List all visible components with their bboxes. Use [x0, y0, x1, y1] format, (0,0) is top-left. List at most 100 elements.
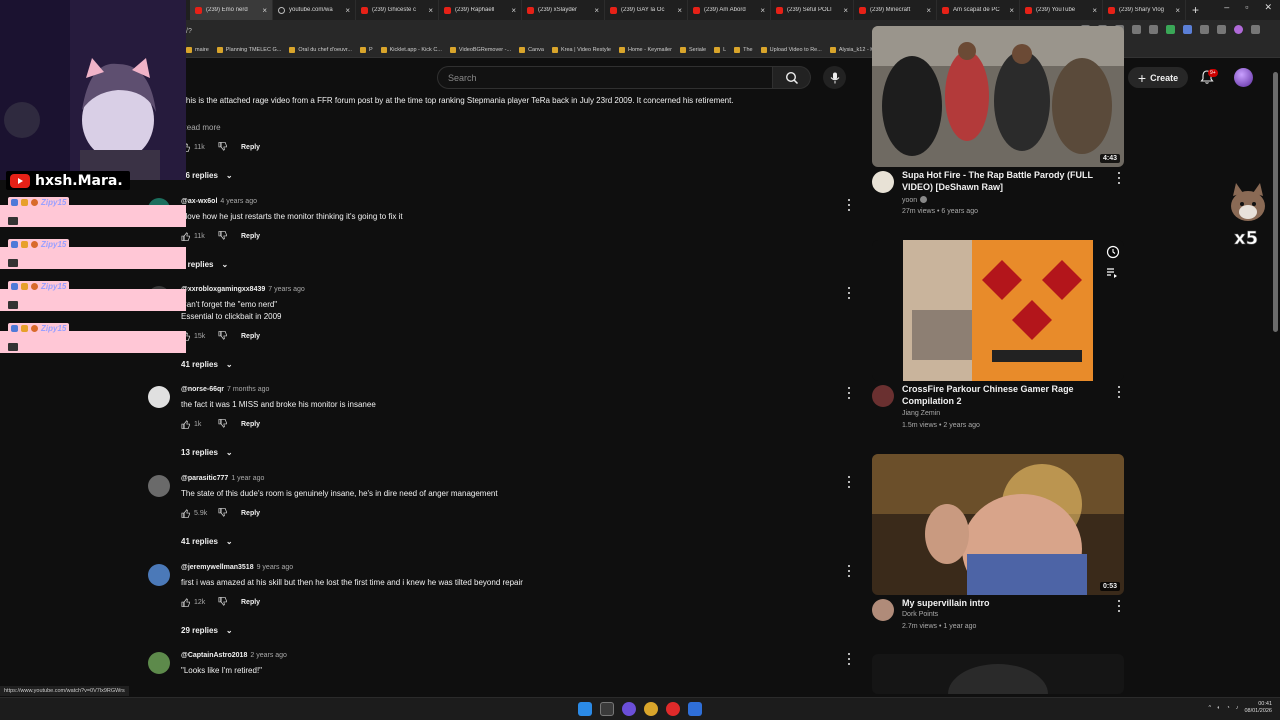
account-avatar[interactable] [1234, 68, 1253, 87]
reply-button[interactable]: Reply [241, 599, 260, 606]
browser-tab[interactable]: (239) Raphaell × [439, 0, 522, 20]
commenter-avatar[interactable] [148, 652, 170, 674]
steam-icon[interactable] [688, 702, 702, 716]
dislike-button[interactable] [218, 331, 236, 342]
commenter-avatar[interactable] [148, 475, 170, 497]
dislike-button[interactable] [218, 231, 236, 242]
tray-chevron-icon[interactable]: ^ [1208, 705, 1211, 711]
comment-time[interactable]: 1 year ago [231, 475, 264, 482]
clock[interactable]: 00:41 08/01/2026 [1244, 701, 1272, 715]
comment-menu-icon[interactable] [846, 475, 852, 489]
video-menu-icon[interactable] [1116, 171, 1122, 185]
browser-tab[interactable]: (239) Minecraft × [854, 0, 937, 20]
commenter-avatar[interactable] [148, 564, 170, 586]
add-to-queue-icon[interactable] [1106, 266, 1118, 284]
browser-tab[interactable]: (239) Seful POLI × [771, 0, 854, 20]
reply-button[interactable]: Reply [241, 510, 260, 517]
search-button[interactable] [773, 66, 811, 89]
volume-icon[interactable]: ♪ [1236, 705, 1239, 711]
browser-tab[interactable]: Am scapat de PC × [937, 0, 1020, 20]
voice-search-button[interactable] [823, 66, 846, 89]
bookmark-item[interactable]: Home - Keymailer [618, 46, 672, 53]
browser-tab[interactable]: (239) Shary Vlog × [1103, 0, 1186, 20]
comment-author[interactable]: @ax-wx6ol [181, 198, 217, 205]
comment-author[interactable]: @jeremywellman3518 [181, 564, 254, 571]
browser-tab[interactable]: (239) Am Abord × [688, 0, 771, 20]
tab-close-icon[interactable]: × [594, 6, 599, 15]
comment-menu-icon[interactable] [846, 652, 852, 666]
tab-close-icon[interactable]: × [511, 6, 516, 15]
video-thumbnail[interactable]: 4:43 [872, 26, 1124, 167]
browser-tab[interactable]: (239) xSlayder × [522, 0, 605, 20]
browser-tab[interactable]: (239) GAY la Oc × [605, 0, 688, 20]
bookmark-item[interactable]: Seriale [679, 46, 706, 53]
comment-time[interactable]: 7 years ago [268, 286, 305, 293]
profile-avatar[interactable] [1234, 25, 1243, 34]
app-icon[interactable] [666, 702, 680, 716]
comment-time[interactable]: 4 years ago [220, 198, 257, 205]
chrome-icon[interactable] [644, 702, 658, 716]
comment-author[interactable]: @CaptainAstro2018 [181, 652, 247, 659]
read-more-link[interactable]: Read more [181, 122, 221, 134]
channel-avatar[interactable] [872, 385, 894, 407]
tab-close-icon[interactable]: × [677, 6, 682, 15]
commenter-avatar[interactable] [148, 386, 170, 408]
video-thumbnail[interactable] [872, 240, 1124, 381]
bookmark-item[interactable]: maire [186, 46, 209, 53]
tab-close-icon[interactable]: × [428, 6, 433, 15]
browser-tab[interactable]: youtube.com/wa × [273, 0, 356, 20]
comment-author[interactable]: @xxrobloxgamingxx8439 [181, 286, 265, 293]
video-title[interactable]: CrossFire Parkour Chinese Gamer Rage Com… [902, 383, 1107, 407]
tab-close-icon[interactable]: × [760, 6, 765, 15]
like-button[interactable]: 12k [181, 598, 218, 607]
replies-toggle[interactable]: 41 replies ⌄ [181, 360, 233, 369]
video-menu-icon[interactable] [1116, 385, 1122, 399]
bookmark-star-icon[interactable] [1149, 25, 1158, 34]
comment-menu-icon[interactable] [846, 386, 852, 400]
channel-name[interactable]: Jiang Zemin [902, 410, 940, 417]
bookmark-item[interactable]: VideoBGRemover -... [449, 46, 511, 53]
bookmark-item[interactable]: Krea | Video Restyle [551, 46, 611, 53]
dislike-button[interactable] [218, 508, 236, 519]
reply-button[interactable]: Reply [241, 233, 260, 240]
bookmark-item[interactable]: Upload Video to Re... [760, 46, 822, 53]
watch-later-icon[interactable] [1106, 245, 1120, 264]
reply-button[interactable]: Reply [241, 421, 260, 428]
channel-avatar[interactable] [872, 599, 894, 621]
bookmark-item[interactable]: L [714, 46, 726, 53]
close-icon[interactable]: ✕ [1264, 2, 1272, 13]
maximize-icon[interactable]: ▫ [1245, 2, 1248, 13]
like-button[interactable]: 15k [181, 332, 218, 341]
replies-toggle[interactable]: 13 replies ⌄ [181, 448, 233, 457]
share-icon[interactable] [1132, 25, 1141, 34]
tab-close-icon[interactable]: × [262, 6, 267, 15]
comment-time[interactable]: 7 months ago [227, 386, 269, 393]
reply-button[interactable]: Reply [241, 333, 260, 340]
video-thumbnail[interactable] [872, 654, 1124, 694]
extensions-puzzle-icon[interactable] [1200, 25, 1209, 34]
dislike-button[interactable] [218, 419, 236, 430]
discord-icon[interactable] [622, 702, 636, 716]
comment-menu-icon[interactable] [846, 286, 852, 300]
like-button[interactable]: 11k [181, 232, 218, 241]
like-button[interactable]: 11k [181, 143, 218, 152]
minimize-icon[interactable]: – [1224, 2, 1229, 13]
extension-icon[interactable] [1183, 25, 1192, 34]
comment-time[interactable]: 9 years ago [257, 564, 294, 571]
tab-close-icon[interactable]: × [1009, 6, 1014, 15]
bookmark-item[interactable]: Kicklet.app - Kick C... [380, 46, 442, 53]
tab-close-icon[interactable]: × [1092, 6, 1097, 15]
page-scrollbar[interactable] [1273, 62, 1278, 694]
comment-author[interactable]: @parasitic777 [181, 475, 228, 482]
comment-time[interactable]: 2 years ago [250, 652, 287, 659]
windows-start-icon[interactable] [578, 702, 592, 716]
bookmark-item[interactable]: P [359, 46, 373, 53]
bookmark-item[interactable]: The [734, 46, 753, 53]
browser-menu-icon[interactable] [1251, 25, 1260, 34]
browser-tab[interactable]: (239) Emo nerd × [190, 0, 273, 20]
tab-close-icon[interactable]: × [926, 6, 931, 15]
wifi-icon[interactable]: ◔ [1226, 705, 1229, 711]
search-input[interactable]: Search [437, 66, 773, 89]
bookmark-item[interactable]: Canva [519, 46, 544, 53]
url-field[interactable]: /? [186, 28, 192, 35]
